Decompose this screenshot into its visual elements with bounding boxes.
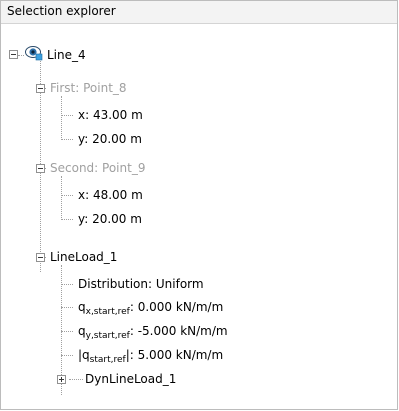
qx-subscript: x,start,ref [85, 307, 130, 317]
tree-node-qy-start[interactable]: qy,start,ref: -5.000 kN/m/m [78, 323, 228, 341]
selection-explorer-panel: Selection explorer Line_4 First: Point_8… [0, 0, 398, 410]
qy-subscript: y,start,ref [85, 331, 130, 341]
collapse-toggle-second-point[interactable] [36, 164, 45, 173]
qabs-subscript: start,ref [89, 355, 126, 365]
qabs-symbol: |q [78, 348, 90, 362]
collapse-toggle-line-4[interactable] [9, 50, 18, 59]
qy-value: : -5.000 kN/m/m [129, 324, 228, 338]
panel-title: Selection explorer [7, 4, 116, 18]
tree-line [61, 219, 73, 220]
tree-node-qx-start[interactable]: qx,start,ref: 0.000 kN/m/m [78, 299, 224, 317]
tree-line [18, 55, 24, 56]
collapse-toggle-first-point[interactable] [36, 84, 45, 93]
tree-node-first-x[interactable]: x: 43.00 m [78, 107, 143, 123]
tree-line [61, 96, 62, 140]
qx-value: : 0.000 kN/m/m [129, 300, 224, 314]
tree-node-distribution[interactable]: Distribution: Uniform [78, 276, 204, 292]
tree-line [61, 139, 73, 140]
collapse-toggle-lineload[interactable] [36, 253, 45, 262]
panel-header: Selection explorer [1, 1, 397, 24]
tree-line [61, 176, 62, 220]
tree-line [69, 379, 83, 380]
tree-node-first-y[interactable]: y: 20.00 m [78, 131, 142, 147]
tree-line [61, 355, 73, 356]
tree-node-dynlineload[interactable]: DynLineLoad_1 [85, 371, 176, 387]
tree-line [61, 115, 73, 116]
tree-node-second-x[interactable]: x: 48.00 m [78, 187, 143, 203]
qx-symbol: q [78, 300, 86, 314]
tree-line [61, 195, 73, 196]
qabs-value: |: 5.000 kN/m/m [125, 348, 224, 362]
tree-node-second-y[interactable]: y: 20.00 m [78, 211, 142, 227]
tree-line [61, 331, 73, 332]
tree-line [61, 307, 73, 308]
qy-symbol: q [78, 324, 86, 338]
tree-node-lineload[interactable]: LineLoad_1 [50, 249, 117, 265]
expand-toggle-dynlineload[interactable] [57, 375, 66, 384]
tree-node-first-point[interactable]: First: Point_8 [50, 80, 127, 96]
line-eye-icon [25, 46, 43, 61]
tree-node-q-abs-start[interactable]: |qstart,ref|: 5.000 kN/m/m [78, 347, 224, 365]
tree-node-line-4[interactable]: Line_4 [47, 47, 86, 63]
tree-line [61, 284, 73, 285]
tree-node-second-point[interactable]: Second: Point_9 [50, 160, 145, 176]
